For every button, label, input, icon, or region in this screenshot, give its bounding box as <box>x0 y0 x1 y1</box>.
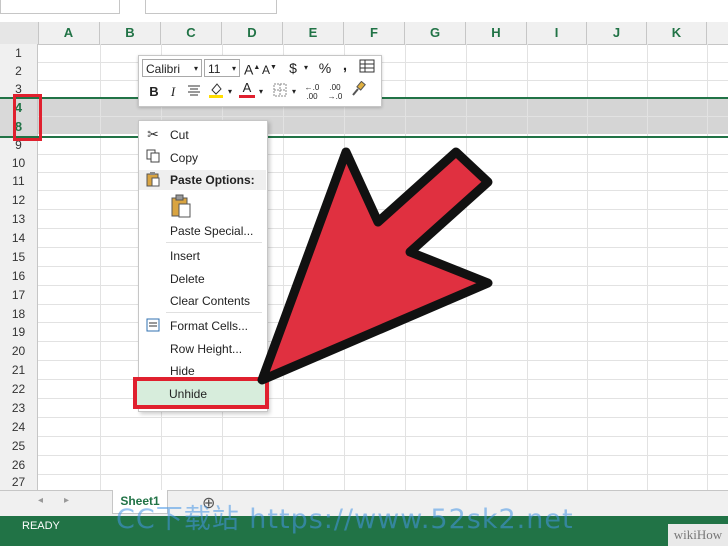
red-arrow-shape <box>257 147 493 385</box>
status-text: READY <box>22 520 60 532</box>
wikihow-logo: wikiHow <box>668 524 728 546</box>
watermark-text: CC下载站 https://www.52sk2.net <box>116 504 574 535</box>
scroll-left-icon[interactable]: ◂ <box>38 495 43 506</box>
pointer-arrow-graphic <box>257 147 493 385</box>
scroll-right-icon[interactable]: ▸ <box>64 495 69 506</box>
